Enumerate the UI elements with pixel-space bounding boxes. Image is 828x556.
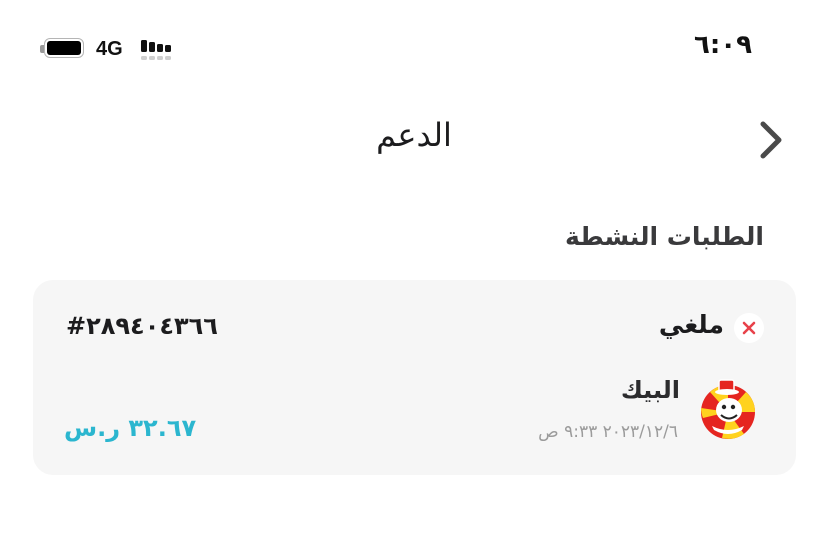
order-datetime: ٢٠٢٣/١٢/٦ ٩:٣٣ ص [538, 422, 678, 442]
battery-full-icon [40, 38, 86, 60]
network-type: 4G [96, 38, 123, 60]
page-title: الدعم [376, 116, 452, 154]
cellular-signal-icon [141, 36, 177, 64]
status-time: ٦:٠٩ [693, 30, 752, 60]
order-price: ٣٢.٦٧ ر.س [64, 414, 197, 442]
back-button[interactable] [748, 118, 792, 162]
albaik-logo-icon [700, 378, 756, 442]
order-status: ملغي [658, 310, 724, 339]
cancel-x-icon [734, 313, 764, 343]
chevron-right-icon [760, 121, 782, 159]
restaurant-name: البيك [620, 376, 680, 404]
order-card[interactable]: ملغي #٢٨٩٤٠٤٣٦٦ البيك ٢٠٢٣/١٢/٦ ٩:٣٣ ص ٣… [33, 280, 796, 475]
section-title: الطلبات النشطة [564, 222, 764, 251]
order-number: #٢٨٩٤٠٤٣٦٦ [66, 312, 218, 340]
